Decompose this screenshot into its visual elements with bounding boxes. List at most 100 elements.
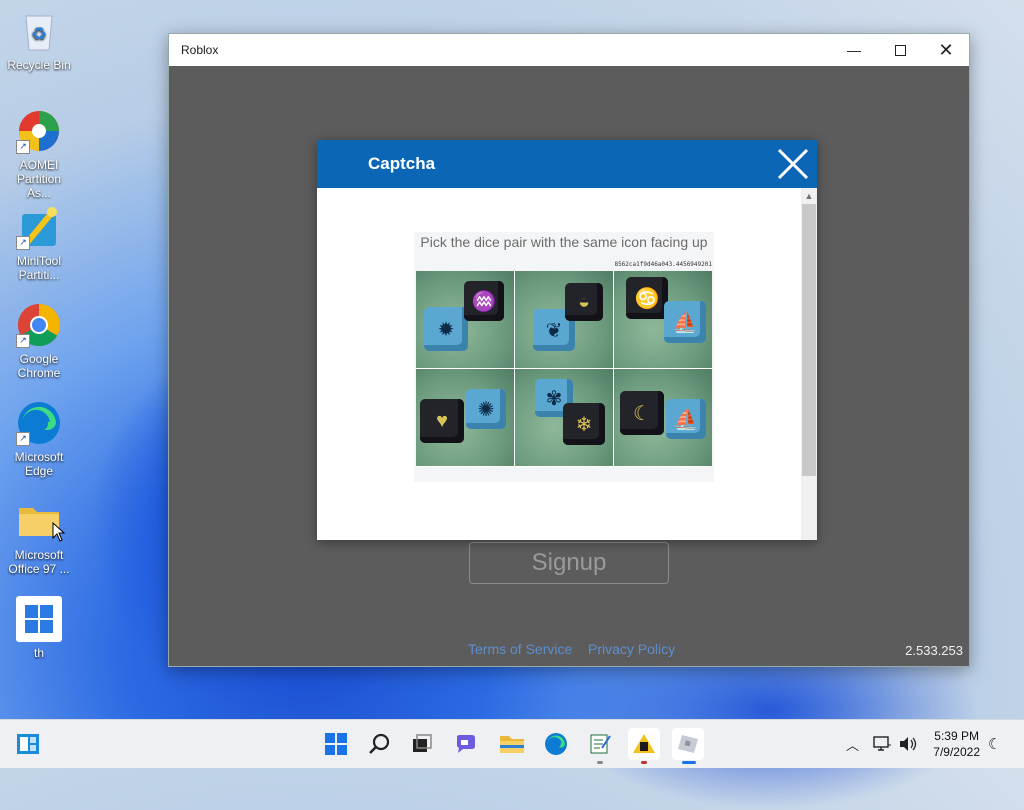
alert-app-icon — [633, 734, 655, 753]
bowl-icon: ◒ — [565, 283, 603, 321]
sun-icon: ✹ — [424, 307, 468, 351]
version-label: 2.533.253 — [905, 643, 963, 658]
show-hidden-icons-button[interactable]: ︿ — [846, 720, 859, 768]
notepad-icon — [590, 734, 611, 754]
mouse-cursor-icon — [52, 522, 66, 542]
desktop-icon-minitool[interactable]: ↗ MiniTool Partiti... — [4, 204, 74, 282]
heart-icon: ♥ — [420, 399, 464, 443]
terms-of-service-link[interactable]: Terms of Service — [468, 641, 572, 657]
chat-icon — [457, 735, 475, 753]
bird-icon: ⛵ — [666, 399, 706, 439]
running-indicator — [641, 761, 647, 764]
taskbar-clock[interactable]: 5:39 PM 7/9/2022 — [933, 728, 980, 760]
captcha-session-id: 8562ca1f9d46a043.4456949201 — [614, 261, 712, 268]
signup-button[interactable]: Signup — [469, 542, 669, 584]
scroll-up-icon[interactable]: ▲ — [801, 188, 817, 204]
shortcut-arrow-icon: ↗ — [16, 334, 30, 348]
desktop-icon-label: MiniTool Partiti... — [16, 254, 61, 282]
folder-icon — [500, 736, 524, 753]
edge-taskbar-button[interactable] — [540, 728, 572, 760]
close-icon — [777, 148, 809, 180]
shortcut-arrow-icon: ↗ — [16, 236, 30, 250]
warning-app-button[interactable] — [628, 728, 660, 764]
maximize-icon — [894, 44, 906, 56]
captcha-title: Captcha — [368, 154, 436, 173]
captcha-tile-5[interactable]: ✾ ❄ — [515, 369, 613, 466]
privacy-policy-link[interactable]: Privacy Policy — [588, 641, 675, 657]
bird-icon: ⛵ — [664, 301, 706, 343]
roblox-icon — [678, 735, 698, 753]
volume-icon — [900, 737, 917, 751]
search-button[interactable] — [364, 728, 396, 760]
desktop-icon-recycle-bin[interactable]: ♻ Recycle Bin — [4, 8, 74, 72]
start-button[interactable] — [320, 728, 352, 760]
captcha-tile-4[interactable]: ♥ ✺ — [416, 369, 514, 466]
widgets-button[interactable] — [12, 728, 44, 760]
captcha-dialog: Captcha Pick the dice pair with the same… — [317, 140, 817, 540]
windows-start-icon — [325, 733, 347, 755]
minitool-icon: ↗ — [16, 204, 62, 250]
window-title: Roblox — [181, 43, 219, 57]
desktop-icon-label: Microsoft Edge — [14, 450, 64, 478]
svg-text:♻: ♻ — [31, 24, 47, 44]
scrollbar-thumb[interactable] — [802, 204, 816, 476]
app-taskbar-button[interactable] — [584, 728, 616, 764]
chat-button[interactable] — [450, 728, 482, 760]
network-button[interactable] — [872, 720, 892, 768]
active-indicator — [682, 761, 696, 764]
captcha-tile-3[interactable]: ♋ ⛵ — [614, 271, 712, 368]
edge-icon: ↗ — [16, 400, 62, 446]
swirl-icon: ♋ — [626, 277, 668, 319]
search-icon — [369, 733, 390, 754]
captcha-scrollbar[interactable]: ▲ — [801, 188, 817, 540]
desktop-icon-aomei[interactable]: ↗ AOMEI Partition As... — [4, 108, 74, 200]
taskbar: ︿ 5:39 PM 7/9/2022 ☾ — [0, 719, 1024, 768]
desktop-icon-label: AOMEI Partition As... — [16, 158, 62, 200]
shortcut-arrow-icon: ↗ — [16, 140, 30, 154]
captcha-tile-2[interactable]: ❦ ◒ — [515, 271, 613, 368]
volume-button[interactable] — [898, 720, 918, 768]
clock-date: 7/9/2022 — [933, 745, 980, 759]
desktop-icon-office-folder[interactable]: Microsoft Office 97 ... — [4, 498, 74, 576]
captcha-close-button[interactable] — [769, 140, 817, 188]
aomei-icon: ↗ — [16, 108, 62, 154]
captcha-header: Captcha — [317, 140, 817, 188]
captcha-tile-6[interactable]: ☾ ⛵ — [614, 369, 712, 466]
snowflake-icon: ❄ — [563, 403, 605, 445]
captcha-prompt: Pick the dice pair with the same icon fa… — [420, 234, 708, 250]
folder-icon — [16, 498, 66, 544]
window-titlebar[interactable]: Roblox — ✕ — [169, 34, 969, 66]
desktop-icon-label: Microsoft Office 97 ... — [8, 548, 70, 576]
spiral-icon: ✺ — [466, 389, 506, 429]
widgets-icon — [17, 734, 39, 754]
task-view-button[interactable] — [406, 728, 438, 760]
captcha-tile-grid: ✹ ♒ ❦ ◒ ♋ ⛵ ♥ ✺ ✾ ❄ ☾ ⛵ — [416, 271, 712, 467]
minimize-icon: — — [847, 42, 861, 58]
task-view-icon — [413, 734, 432, 752]
maximize-button[interactable] — [877, 34, 923, 66]
desktop-icon-label: Google Chrome — [17, 352, 61, 380]
roblox-taskbar-button[interactable] — [672, 728, 704, 764]
shortcut-arrow-icon: ↗ — [16, 432, 30, 446]
minimize-button[interactable]: — — [831, 34, 877, 66]
edge-icon — [545, 733, 567, 755]
captcha-body: Pick the dice pair with the same icon fa… — [317, 188, 801, 540]
chrome-icon: ↗ — [16, 302, 62, 348]
desktop-icon-label: th — [33, 646, 44, 660]
focus-assist-button[interactable]: ☾ — [988, 720, 1001, 768]
network-icon — [873, 736, 891, 751]
chevron-up-icon: ︿ — [846, 737, 860, 753]
desktop-icon-th[interactable]: th — [4, 596, 74, 660]
moon-icon: ☾ — [988, 736, 1002, 753]
desktop-icon-edge[interactable]: ↗ Microsoft Edge — [4, 400, 74, 478]
running-indicator — [597, 761, 603, 764]
file-explorer-button[interactable] — [496, 728, 528, 760]
captcha-tile-1[interactable]: ✹ ♒ — [416, 271, 514, 368]
close-icon: ✕ — [938, 39, 954, 60]
desktop-icon-chrome[interactable]: ↗ Google Chrome — [4, 302, 74, 380]
close-window-button[interactable]: ✕ — [923, 34, 969, 66]
windows-logo-icon — [16, 596, 62, 642]
captcha-puzzle: Pick the dice pair with the same icon fa… — [414, 232, 714, 482]
moon-icon: ☾ — [620, 391, 664, 435]
clock-time: 5:39 PM — [934, 729, 979, 743]
